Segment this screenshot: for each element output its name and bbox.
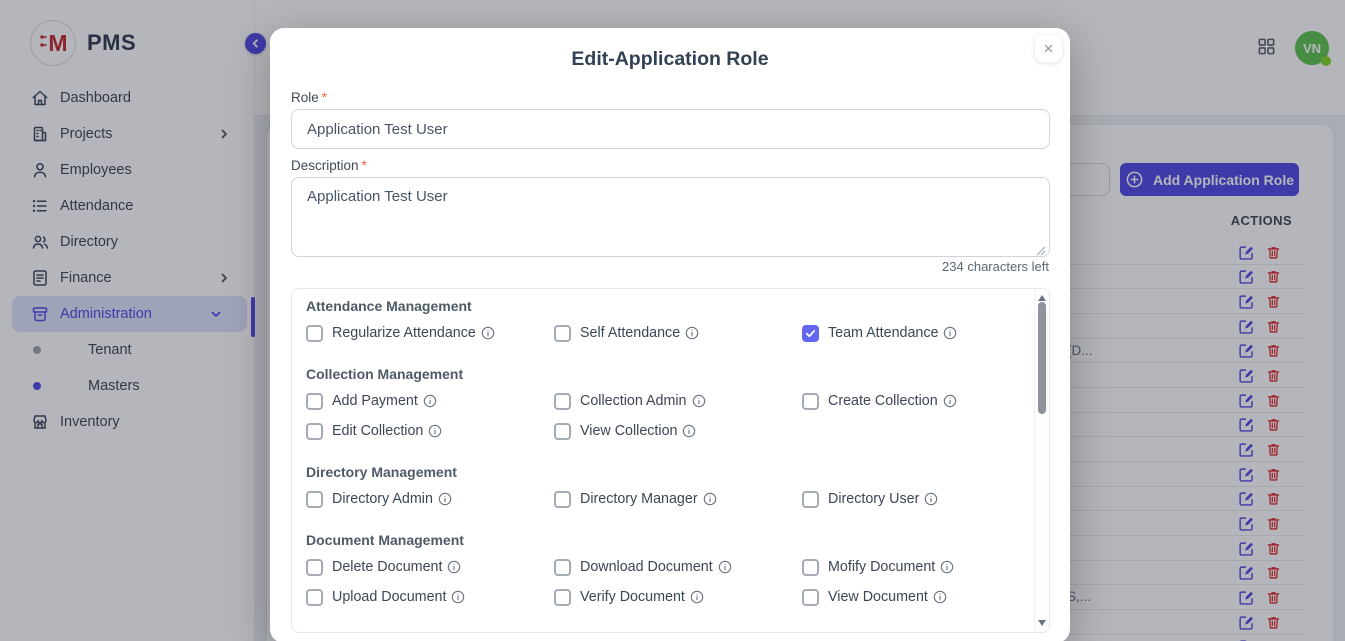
info-icon[interactable] bbox=[943, 326, 957, 340]
checkbox-unchecked[interactable] bbox=[306, 559, 323, 576]
characters-left-counter: 234 characters left bbox=[942, 259, 1049, 274]
close-icon: × bbox=[1044, 39, 1054, 59]
permission-group-collection-management: Collection Management Add Payment Collecti… bbox=[306, 366, 1019, 441]
permission-label: Upload Document bbox=[332, 589, 446, 605]
permission-grid: Add Payment Collection Admin Create Collec… bbox=[306, 391, 1019, 441]
permission-label: Regularize Attendance bbox=[332, 325, 476, 341]
info-icon[interactable] bbox=[933, 590, 947, 604]
permission-directory-user: Directory User bbox=[802, 489, 1019, 509]
permission-team-attendance: Team Attendance bbox=[802, 323, 1019, 343]
scroll-up-arrow[interactable] bbox=[1038, 295, 1046, 301]
permission-label: Team Attendance bbox=[828, 325, 938, 341]
permissions-content: Attendance Management Regularize Attendan… bbox=[292, 289, 1049, 616]
permission-label: Edit Collection bbox=[332, 423, 423, 439]
checkbox-unchecked[interactable] bbox=[802, 559, 819, 576]
info-icon[interactable] bbox=[685, 326, 699, 340]
required-asterisk: * bbox=[322, 90, 327, 105]
permission-group-document-management: Document Management Delete Document Downlo… bbox=[306, 532, 1019, 607]
permission-group-directory-management: Directory ManagementDirectory AdminDirec… bbox=[306, 464, 1019, 509]
description-textarea[interactable]: Application Test User bbox=[291, 177, 1050, 257]
permission-group-title: Directory Management bbox=[306, 464, 1019, 480]
permission-download-document: Download Document bbox=[554, 557, 802, 577]
role-field-label: Role* bbox=[291, 90, 327, 105]
permission-add-payment: Add Payment bbox=[306, 391, 554, 411]
checkbox-checked[interactable] bbox=[802, 325, 819, 342]
scroll-down-arrow[interactable] bbox=[1038, 620, 1046, 626]
checkbox-unchecked[interactable] bbox=[306, 423, 323, 440]
permission-view-document: View Document bbox=[802, 587, 1019, 607]
checkbox-unchecked[interactable] bbox=[306, 325, 323, 342]
checkbox-unchecked[interactable] bbox=[554, 559, 571, 576]
info-icon[interactable] bbox=[428, 424, 442, 438]
permission-directory-manager: Directory Manager bbox=[554, 489, 802, 509]
permission-group-attendance-management: Attendance Management Regularize Attendan… bbox=[306, 298, 1019, 343]
permission-create-collection: Create Collection bbox=[802, 391, 1019, 411]
scrollbar-thumb[interactable] bbox=[1038, 302, 1046, 414]
role-input[interactable] bbox=[291, 109, 1050, 149]
permission-upload-document: Upload Document bbox=[306, 587, 554, 607]
permissions-container: Attendance Management Regularize Attendan… bbox=[291, 288, 1050, 633]
permission-view-collection: View Collection bbox=[554, 421, 802, 441]
permission-delete-document: Delete Document bbox=[306, 557, 554, 577]
permission-label: Verify Document bbox=[580, 589, 685, 605]
permissions-scrollbar bbox=[1034, 290, 1048, 631]
permission-label: Create Collection bbox=[828, 393, 938, 409]
info-icon[interactable] bbox=[943, 394, 957, 408]
edit-application-role-modal: Edit-Application Role × Role* Descriptio… bbox=[270, 28, 1070, 641]
permission-label: Directory User bbox=[828, 491, 919, 507]
permission-label: Directory Admin bbox=[332, 491, 433, 507]
permission-label: Directory Manager bbox=[580, 491, 698, 507]
permission-group-title: Attendance Management bbox=[306, 298, 1019, 314]
info-icon[interactable] bbox=[940, 560, 954, 574]
permission-grid: Delete Document Download Document Mofify D… bbox=[306, 557, 1019, 607]
permission-label: Add Payment bbox=[332, 393, 418, 409]
info-icon[interactable] bbox=[924, 492, 938, 506]
required-asterisk: * bbox=[362, 158, 367, 173]
permission-collection-admin: Collection Admin bbox=[554, 391, 802, 411]
info-icon[interactable] bbox=[481, 326, 495, 340]
permission-label: View Collection bbox=[580, 423, 677, 439]
checkbox-unchecked[interactable] bbox=[554, 393, 571, 410]
permission-directory-admin: Directory Admin bbox=[306, 489, 554, 509]
checkbox-unchecked[interactable] bbox=[306, 393, 323, 410]
checkbox-unchecked[interactable] bbox=[306, 491, 323, 508]
info-icon[interactable] bbox=[447, 560, 461, 574]
info-icon[interactable] bbox=[423, 394, 437, 408]
permission-group-title: Collection Management bbox=[306, 366, 1019, 382]
permission-label: View Document bbox=[828, 589, 928, 605]
info-icon[interactable] bbox=[682, 424, 696, 438]
checkbox-unchecked[interactable] bbox=[554, 491, 571, 508]
checkbox-unchecked[interactable] bbox=[802, 589, 819, 606]
permission-group-title: Document Management bbox=[306, 532, 1019, 548]
checkbox-unchecked[interactable] bbox=[802, 393, 819, 410]
description-field-label: Description* bbox=[291, 158, 367, 173]
info-icon[interactable] bbox=[692, 394, 706, 408]
permission-label: Self Attendance bbox=[580, 325, 680, 341]
permission-grid: Regularize Attendance Self Attendance Team… bbox=[306, 323, 1019, 343]
info-icon[interactable] bbox=[451, 590, 465, 604]
checkbox-unchecked[interactable] bbox=[554, 325, 571, 342]
permission-regularize-attendance: Regularize Attendance bbox=[306, 323, 554, 343]
checkbox-unchecked[interactable] bbox=[554, 423, 571, 440]
permission-label: Delete Document bbox=[332, 559, 442, 575]
info-icon[interactable] bbox=[690, 590, 704, 604]
info-icon[interactable] bbox=[718, 560, 732, 574]
modal-title: Edit-Application Role bbox=[270, 48, 1070, 71]
permission-verify-document: Verify Document bbox=[554, 587, 802, 607]
permission-label: Collection Admin bbox=[580, 393, 687, 409]
checkbox-unchecked[interactable] bbox=[306, 589, 323, 606]
permission-label: Mofify Document bbox=[828, 559, 935, 575]
permission-label: Download Document bbox=[580, 559, 713, 575]
checkbox-unchecked[interactable] bbox=[802, 491, 819, 508]
info-icon[interactable] bbox=[438, 492, 452, 506]
close-button[interactable]: × bbox=[1035, 35, 1062, 62]
permission-self-attendance: Self Attendance bbox=[554, 323, 802, 343]
permission-grid: Directory Admin Directory Manager Director… bbox=[306, 489, 1019, 509]
checkbox-unchecked[interactable] bbox=[554, 589, 571, 606]
permission-edit-collection: Edit Collection bbox=[306, 421, 554, 441]
info-icon[interactable] bbox=[703, 492, 717, 506]
permission-mofify-document: Mofify Document bbox=[802, 557, 1019, 577]
